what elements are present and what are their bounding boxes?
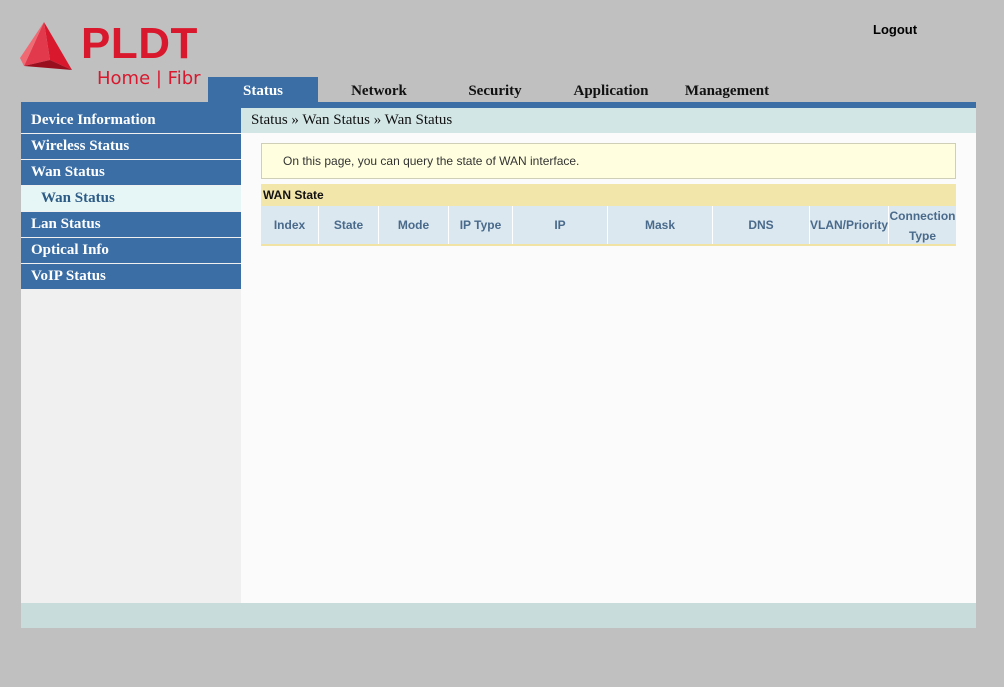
breadcrumb: Status » Wan Status » Wan Status xyxy=(241,108,976,133)
sidebar-item-lan-status[interactable]: Lan Status xyxy=(21,212,241,237)
tab-status[interactable]: Status xyxy=(208,77,318,102)
footer-bar xyxy=(21,603,976,628)
column-connection-type-line2: Type xyxy=(908,229,937,243)
sidebar-item-voip-status[interactable]: VoIP Status xyxy=(21,264,241,289)
column-index: Index xyxy=(261,206,319,244)
column-connection-type-line1: Connection xyxy=(889,209,956,223)
wan-state-table-header: Index State Mode IP Type IP Mask DNS VLA… xyxy=(261,206,956,246)
brand-subline: Home | Fibr xyxy=(97,68,201,89)
logout-link[interactable]: Logout xyxy=(873,22,917,37)
tab-application[interactable]: Application xyxy=(556,77,666,102)
column-vlan-priority: VLAN/Priority xyxy=(810,206,889,244)
column-state: State xyxy=(319,206,379,244)
sidebar-item-wireless-status[interactable]: Wireless Status xyxy=(21,134,241,159)
info-message: On this page, you can query the state of… xyxy=(261,143,956,179)
main-content: Status » Wan Status » Wan Status On this… xyxy=(241,108,976,603)
column-ip: IP xyxy=(513,206,608,244)
tab-network[interactable]: Network xyxy=(324,77,434,102)
wan-state-title: WAN State xyxy=(261,184,956,206)
tab-management[interactable]: Management xyxy=(672,77,782,102)
sidebar-item-optical-info[interactable]: Optical Info xyxy=(21,238,241,263)
sidebar: Device Information Wireless Status Wan S… xyxy=(21,108,241,603)
column-mode: Mode xyxy=(379,206,449,244)
sidebar-item-device-information[interactable]: Device Information xyxy=(21,108,241,133)
brand-name: PLDT xyxy=(81,19,198,68)
column-dns: DNS xyxy=(713,206,810,244)
pldt-logo: PLDT Home | Fibr xyxy=(20,20,210,92)
tab-security[interactable]: Security xyxy=(440,77,550,102)
column-connection-type: Connection Type xyxy=(889,206,956,244)
sidebar-item-wan-status[interactable]: Wan Status xyxy=(21,160,241,185)
column-ip-type: IP Type xyxy=(449,206,513,244)
pldt-logo-icon xyxy=(20,22,72,70)
column-mask: Mask xyxy=(608,206,713,244)
sidebar-subitem-wan-status[interactable]: Wan Status xyxy=(21,186,241,211)
